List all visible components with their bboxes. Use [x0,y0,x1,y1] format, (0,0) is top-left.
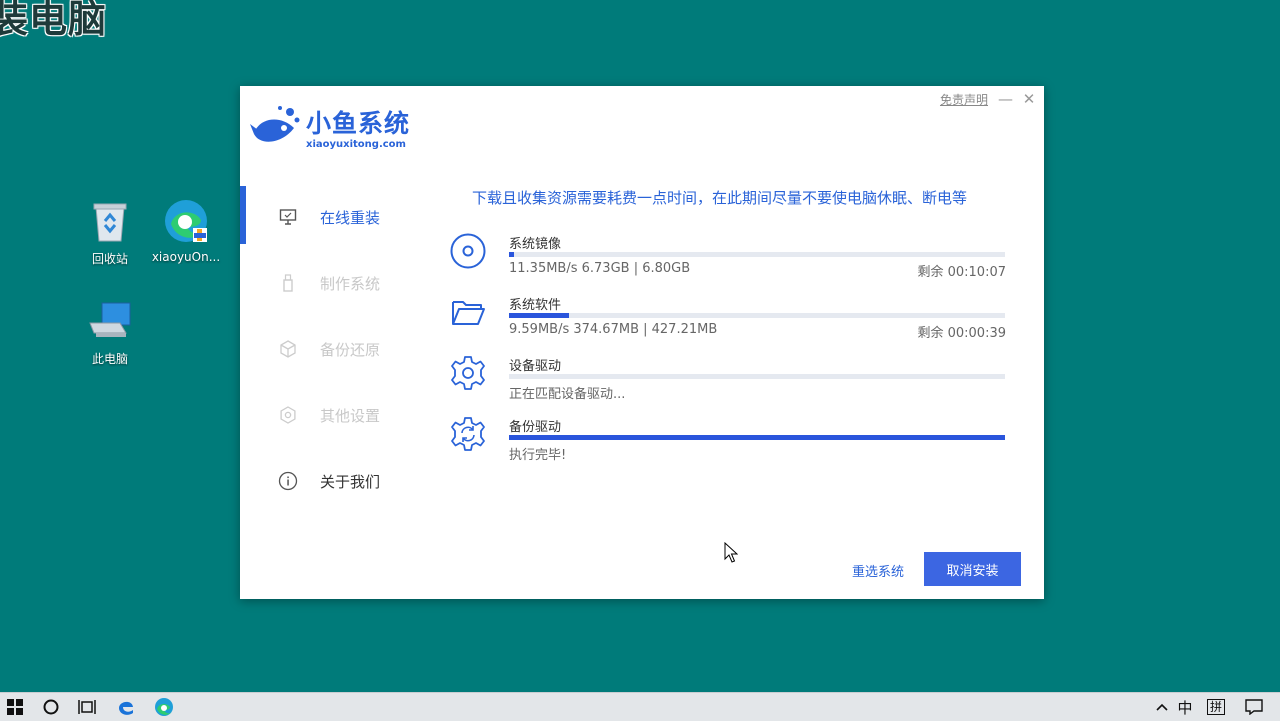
ime-mode-indicator[interactable]: 拼 [1204,693,1228,721]
progress-bar [509,435,1005,440]
start-button[interactable] [0,693,30,721]
task-view-icon [78,700,96,714]
nav-item-backup-restore[interactable]: 备份还原 [240,316,440,382]
disclaimer-link[interactable]: 免责声明 [940,91,988,108]
desktop-icon-recycle-bin[interactable]: 回收站 [70,198,150,267]
nav-item-online-reinstall[interactable]: 在线重装 [240,184,440,250]
fish-logo-icon [250,106,300,142]
desktop-icon-label: 此电脑 [91,352,128,366]
monitor-icon [278,207,298,227]
notification-icon [1245,699,1263,715]
desktop-icon-xiaoyu[interactable]: xiaoyuOn... [146,198,226,264]
recycle-bin-icon [87,198,133,244]
logo-url: xiaoyuxitong.com [306,139,406,150]
nav-label: 制作系统 [320,274,381,293]
search-button[interactable] [36,693,66,721]
notification-center-button[interactable] [1240,693,1268,721]
task-name: 设备驱动 [509,359,562,374]
task-view-button[interactable] [72,693,102,721]
task-system-image: 系统镜像 11.35MB/s 6.73GB | 6.80GB 剩余 00:10:… [448,233,1008,289]
usb-icon [278,273,298,293]
nav-item-about-us[interactable]: 关于我们 [240,448,440,514]
taskbar: 中 拼 [0,692,1280,721]
task-name: 系统软件 [509,298,562,313]
gear-icon [278,405,298,425]
show-hidden-icons-button[interactable] [1152,693,1172,721]
nav-label: 备份还原 [320,340,381,359]
computer-icon [87,298,133,344]
progress-bar [509,374,1005,379]
nav-label: 在线重装 [320,208,381,227]
cancel-install-button[interactable]: 取消安装 [924,552,1021,586]
minimize-button[interactable]: — [998,90,1013,108]
task-info: 执行完毕! [509,448,567,463]
task-name: 备份驱动 [509,420,562,435]
progress-fill [509,313,569,318]
ime-mode-label: 拼 [1206,699,1225,715]
task-system-software: 系统软件 9.59MB/s 374.67MB | 427.21MB 剩余 00:… [448,294,1008,350]
reselect-system-button[interactable]: 重选系统 [852,561,904,580]
info-icon [278,471,298,491]
desktop-icon-label: 回收站 [91,252,128,266]
task-device-drivers: 设备驱动 正在匹配设备驱动... [448,355,1008,411]
nav-item-other-settings[interactable]: 其他设置 [240,382,440,448]
task-remaining: 剩余 00:10:07 [917,265,1006,280]
edge-legacy-icon [119,701,133,715]
nav-label: 其他设置 [320,406,381,425]
sidebar-nav: 在线重装 制作系统 备份还原 其他设置 关于我们 [240,184,440,514]
download-notice: 下载且收集资源需要耗费一点时间，在此期间尽量不要使电脑休眠、断电等 [472,189,968,207]
gear-icon [451,356,485,390]
installer-window: 小鱼系统 xiaoyuxitong.com 免责声明 — ✕ 在线重装 制作系统… [240,86,1044,599]
progress-fill [509,252,514,257]
overlay-caption: 装电脑 [0,0,108,41]
box-icon [278,339,298,359]
windows-logo-icon [7,699,23,715]
task-info: 11.35MB/s 6.73GB | 6.80GB [509,261,691,276]
progress-bar [509,313,1005,318]
disc-icon [450,233,486,269]
chevron-up-icon [1156,703,1168,711]
task-backup-drivers: 备份驱动 执行完毕! [448,416,1008,472]
progress-fill [509,435,1005,440]
sync-gear-icon [451,417,485,451]
taskbar-edge[interactable] [148,693,180,721]
desktop-icon-this-pc[interactable]: 此电脑 [70,298,150,367]
task-info: 9.59MB/s 374.67MB | 427.21MB [509,322,718,337]
close-button[interactable]: ✕ [1022,90,1036,108]
taskbar-edge-legacy[interactable] [110,693,142,721]
edge-icon [155,698,173,716]
folder-icon [452,301,485,325]
progress-bar [509,252,1005,257]
task-info: 正在匹配设备驱动... [509,387,626,402]
edge-icon [163,198,209,244]
app-logo: 小鱼系统 xiaoyuxitong.com [250,104,410,156]
ime-language-indicator[interactable]: 中 [1174,693,1196,721]
task-name: 系统镜像 [509,237,562,252]
logo-title: 小鱼系统 [306,109,411,138]
cortana-circle-icon [43,699,59,715]
nav-item-make-system[interactable]: 制作系统 [240,250,440,316]
mouse-cursor-icon [724,542,738,563]
nav-label: 关于我们 [320,472,381,491]
task-remaining: 剩余 00:00:39 [917,326,1006,341]
desktop-icon-label: xiaoyuOn... [151,250,221,264]
